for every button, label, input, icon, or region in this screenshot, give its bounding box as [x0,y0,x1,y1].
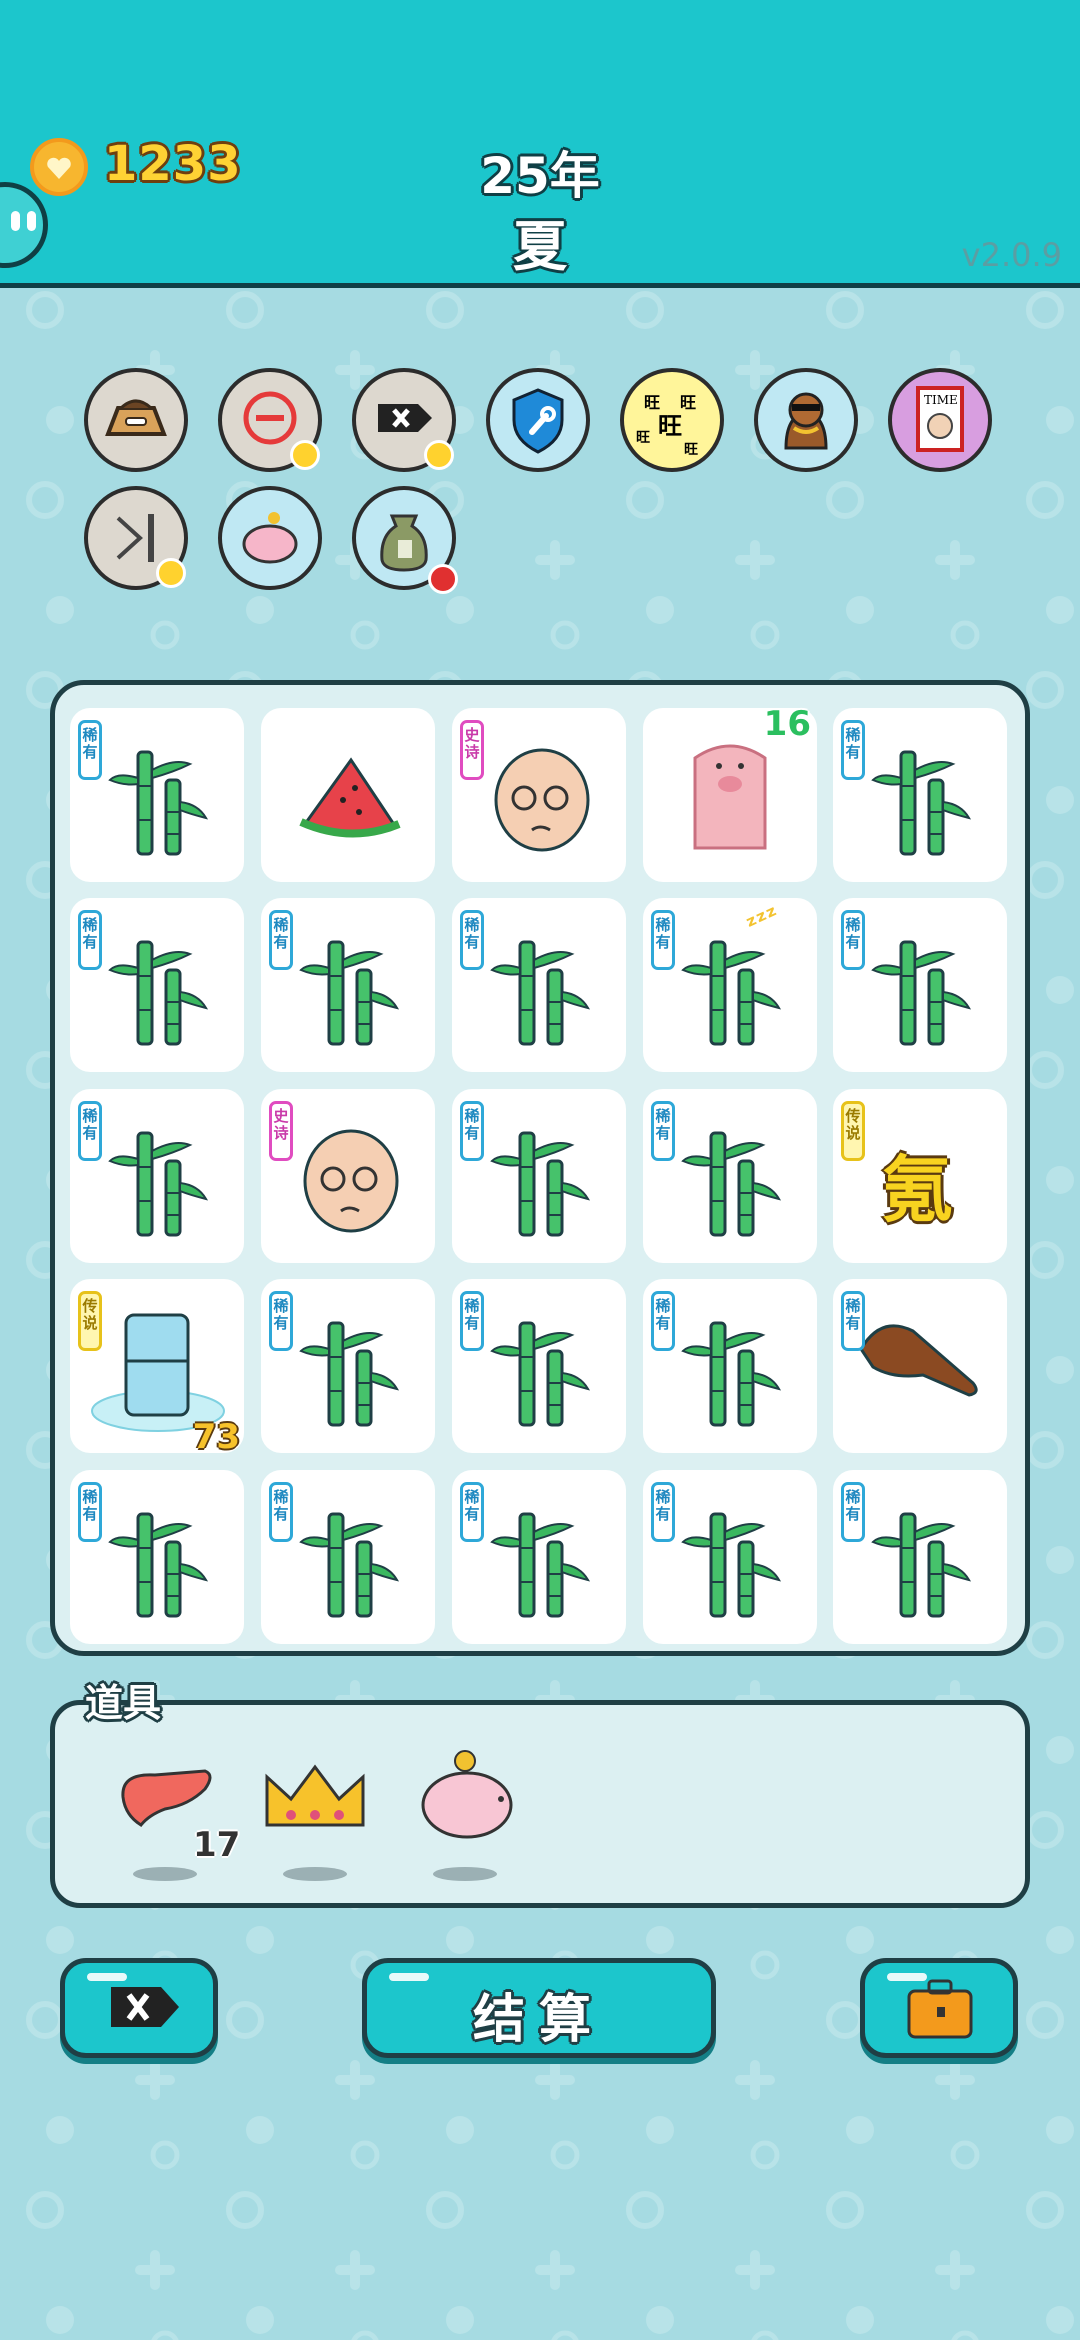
rarity-tag: 稀有 [651,910,675,970]
settle-button[interactable]: 结算 [362,1958,716,2058]
version-label: v2.0.9 [961,236,1062,274]
board-tile-bamboo[interactable]: 稀有 [833,708,1007,882]
settle-button-label: 结算 [472,1990,605,2050]
liver-item[interactable]: 17 [105,1745,240,1885]
rarity-tag: 稀有 [78,1482,102,1542]
svg-text:旺: 旺 [636,430,650,446]
rarity-tag: 稀有 [269,1291,293,1351]
piggy-bank-icon[interactable] [218,486,322,590]
heart-badge-icon [424,440,454,470]
tile-counter: 16 [763,704,811,744]
remove-symbol-icon[interactable] [218,368,322,472]
delete-tag-icon[interactable] [352,368,456,472]
crown-item[interactable] [255,1745,375,1885]
rarity-tag: 稀有 [841,720,865,780]
shield-wrench-icon[interactable] [486,368,590,472]
rarity-tag: 稀有 [269,910,293,970]
board-tile-chinese-char[interactable]: 氪传说 [833,1089,1007,1263]
pet-food-bowl-icon[interactable] [84,368,188,472]
board-tile-bamboo[interactable]: 稀有 [70,1089,244,1263]
tile-counter: 73 [192,1417,240,1457]
item-count: 17 [193,1825,241,1865]
board-tile-bamboo[interactable]: 稀有 [70,1470,244,1644]
money-sack-icon[interactable] [352,486,458,594]
board-tile-bamboo[interactable]: 稀有 [452,898,626,1072]
svg-text:旺: 旺 [684,442,698,458]
rarity-tag: 稀有 [78,1101,102,1161]
board-tile-bamboo[interactable]: 稀有 [452,1470,626,1644]
rarity-tag: 史诗 [460,720,484,780]
remove-tag-button[interactable] [60,1958,218,2058]
rarity-tag: 稀有 [460,910,484,970]
board-tile-bamboo[interactable]: 稀有 [833,898,1007,1072]
rarity-tag: 稀有 [841,910,865,970]
rarity-tag: 传说 [841,1101,865,1161]
board-tile-bamboo[interactable]: 稀有 [261,1470,435,1644]
heart-badge-icon [156,558,186,588]
time-magazine-icon[interactable]: TIME [888,368,992,472]
minus-badge-icon [428,564,458,594]
cool-dog-icon[interactable] [754,368,858,472]
rarity-tag: 稀有 [460,1101,484,1161]
rarity-tag: 稀有 [460,1291,484,1351]
svg-text:旺: 旺 [680,393,696,412]
board-tile-old-man[interactable]: 史诗 [261,1089,435,1263]
board-tile-bamboo[interactable]: ᶻᶻᶻ 稀有 [643,898,817,1072]
board-tile-pointing-hand[interactable]: 稀有 [833,1279,1007,1453]
rarity-tag: 稀有 [651,1291,675,1351]
board-tile-bamboo[interactable]: 稀有 [833,1470,1007,1644]
inventory-briefcase-button[interactable] [860,1958,1018,2058]
rarity-tag: 稀有 [460,1482,484,1542]
heart-badge-icon [290,440,320,470]
svg-text:TIME: TIME [924,393,958,407]
rarity-tag: 稀有 [78,720,102,780]
rarity-tag: 史诗 [269,1101,293,1161]
slot-board: 稀有 史诗 16 稀有 稀有 稀有 稀有 ᶻᶻᶻ 稀有 稀有 稀有 史诗 稀有 稀有氪传说 传说 73 稀有 稀有… [50,680,1030,1656]
svg-text:旺: 旺 [644,393,660,412]
board-tile-bamboo[interactable]: 稀有 [452,1089,626,1263]
board-tile-bamboo[interactable]: 稀有 [452,1279,626,1453]
board-tile-bamboo[interactable]: 稀有 [643,1089,817,1263]
board-tile-bamboo[interactable]: 稀有 [643,1470,817,1644]
board-tile-fridge[interactable]: 传说 73 [70,1279,244,1457]
season-label: 夏 [513,215,567,278]
board-tile-bamboo[interactable]: 稀有 [261,898,435,1072]
rarity-tag: 稀有 [269,1482,293,1542]
rarity-tag: 稀有 [78,910,102,970]
wang-characters-icon[interactable]: 旺旺旺旺旺 [620,368,724,472]
rarity-tag: 稀有 [651,1482,675,1542]
skip-forward-icon[interactable] [84,486,188,590]
tile-character: 氪 [881,1148,954,1232]
piggy-bank-item[interactable] [405,1745,525,1885]
board-tile-bamboo[interactable]: 稀有 [643,1279,817,1453]
board-tile-bamboo[interactable]: 稀有 [70,898,244,1072]
items-title: 道具 [85,1681,162,1725]
rarity-tag: 传说 [78,1291,102,1351]
board-tile-watermelon[interactable] [261,708,435,882]
svg-text:旺: 旺 [658,412,682,440]
board-tile-bamboo[interactable]: 稀有 [70,708,244,882]
board-tile-old-man[interactable]: 史诗 [452,708,626,882]
board-tile-bamboo[interactable]: 稀有 [261,1279,435,1453]
rarity-tag: 稀有 [651,1101,675,1161]
rarity-tag: 稀有 [841,1291,865,1351]
board-tile-pig-totem[interactable]: 16 [643,704,817,882]
rarity-tag: 稀有 [841,1482,865,1542]
top-bar: 1233 25年 夏 v2.0.9 [0,0,1080,288]
year-label: 25年 [480,147,600,205]
